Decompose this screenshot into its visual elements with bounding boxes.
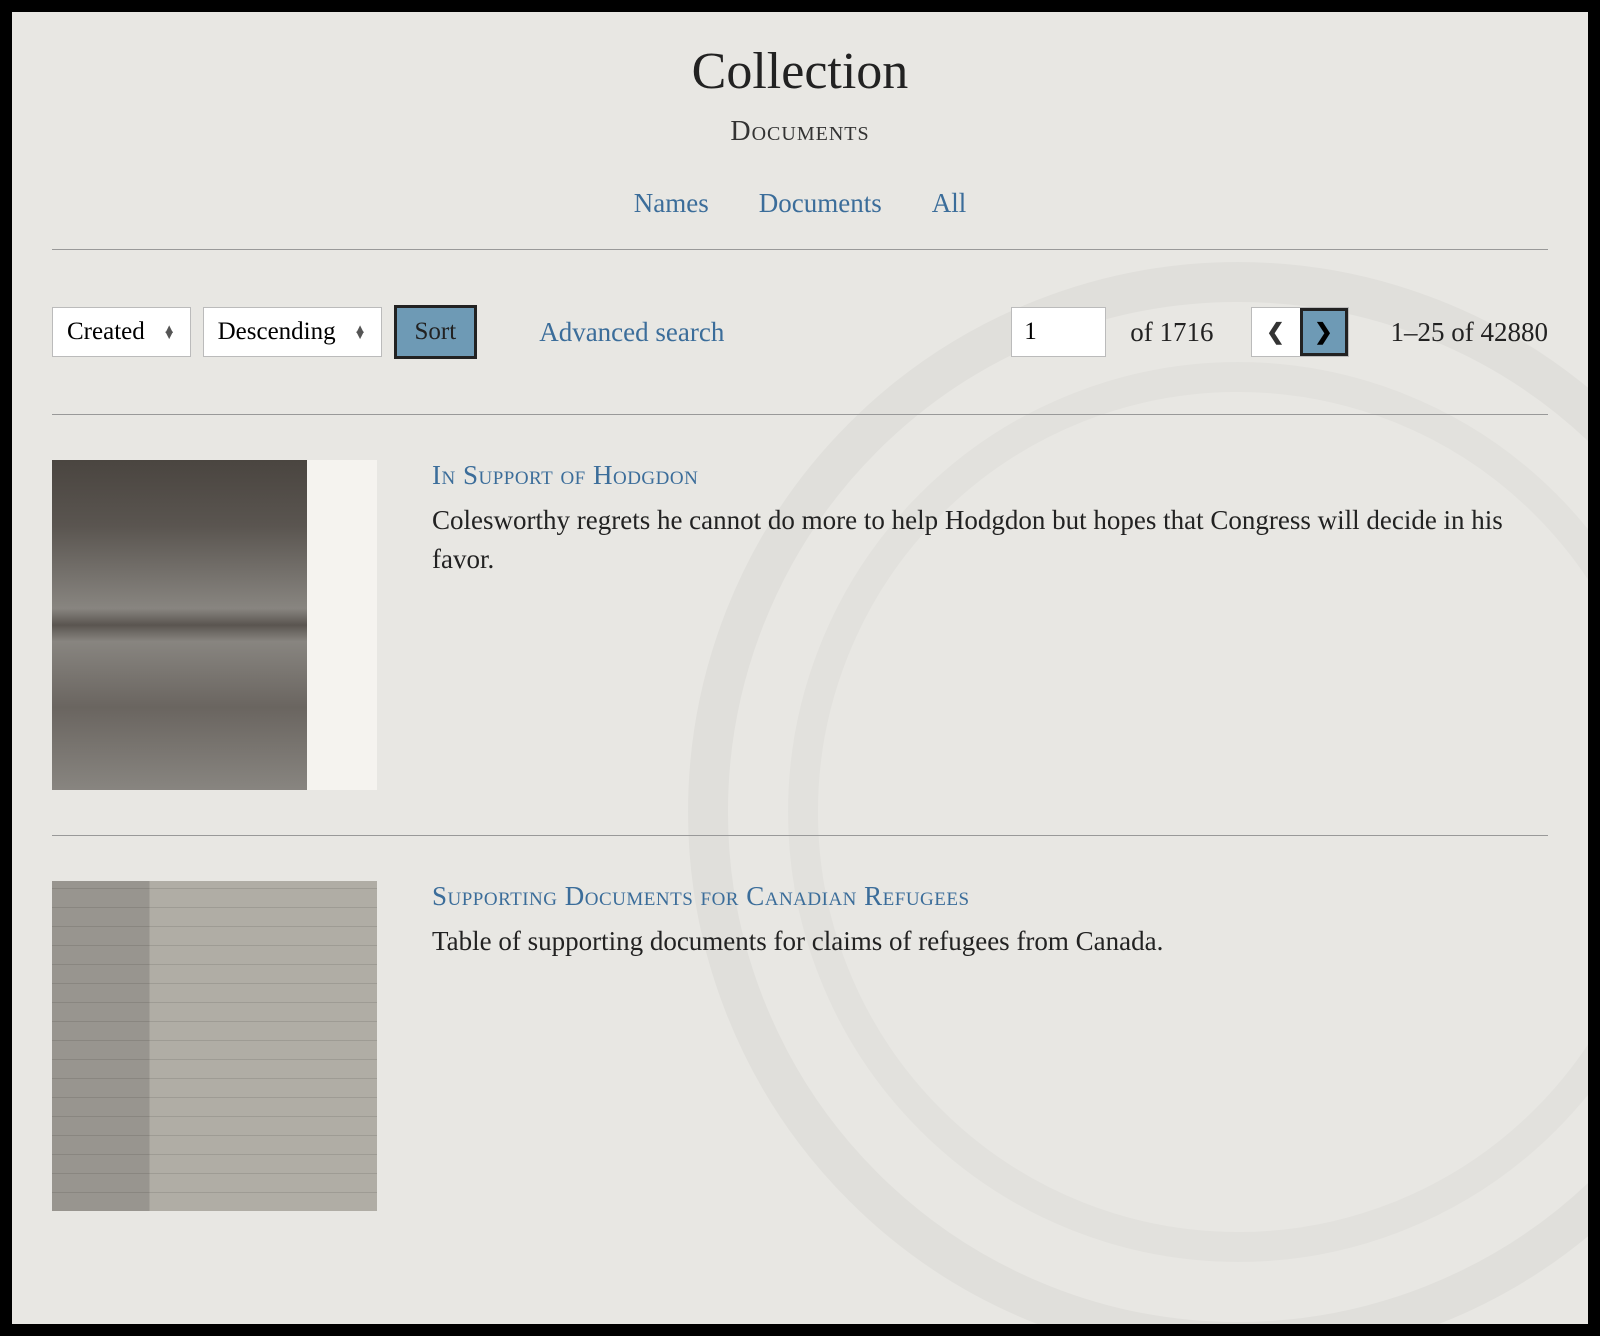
- pager: ❮ ❯: [1251, 307, 1349, 357]
- advanced-search-link[interactable]: Advanced search: [539, 317, 724, 348]
- nav-tabs: Names Documents All: [52, 188, 1548, 219]
- page-number-input[interactable]: [1011, 307, 1106, 357]
- page-title: Collection: [52, 42, 1548, 101]
- select-arrows-icon: ▲▼: [163, 326, 176, 339]
- sort-field-value: Created: [67, 318, 145, 346]
- result-item: In Support of Hodgdon Colesworthy regret…: [52, 415, 1548, 835]
- result-thumbnail[interactable]: [52, 460, 377, 790]
- result-title-link[interactable]: In Support of Hodgdon: [432, 460, 1548, 491]
- result-item: Supporting Documents for Canadian Refuge…: [52, 836, 1548, 1256]
- prev-page-button[interactable]: ❮: [1252, 308, 1300, 356]
- result-description: Colesworthy regrets he cannot do more to…: [432, 501, 1548, 579]
- page-subtitle: Documents: [52, 116, 1548, 148]
- result-description: Table of supporting documents for claims…: [432, 922, 1548, 961]
- page-total-label: of 1716: [1130, 317, 1213, 348]
- result-count: 1–25 of 42880: [1391, 317, 1549, 348]
- next-page-button[interactable]: ❯: [1300, 308, 1348, 356]
- tab-all[interactable]: All: [932, 188, 967, 219]
- sort-field-select[interactable]: Created ▲▼: [52, 307, 191, 357]
- sort-button[interactable]: Sort: [394, 305, 478, 359]
- sort-order-select[interactable]: Descending ▲▼: [203, 307, 382, 357]
- sort-order-value: Descending: [218, 318, 336, 346]
- result-title-link[interactable]: Supporting Documents for Canadian Refuge…: [432, 881, 1548, 912]
- tab-documents[interactable]: Documents: [759, 188, 882, 219]
- controls-row: Created ▲▼ Descending ▲▼ Sort Advanced s…: [52, 250, 1548, 414]
- chevron-right-icon: ❯: [1314, 319, 1332, 345]
- tab-names[interactable]: Names: [634, 188, 709, 219]
- select-arrows-icon: ▲▼: [354, 326, 367, 339]
- chevron-left-icon: ❮: [1266, 319, 1284, 345]
- result-thumbnail[interactable]: [52, 881, 377, 1211]
